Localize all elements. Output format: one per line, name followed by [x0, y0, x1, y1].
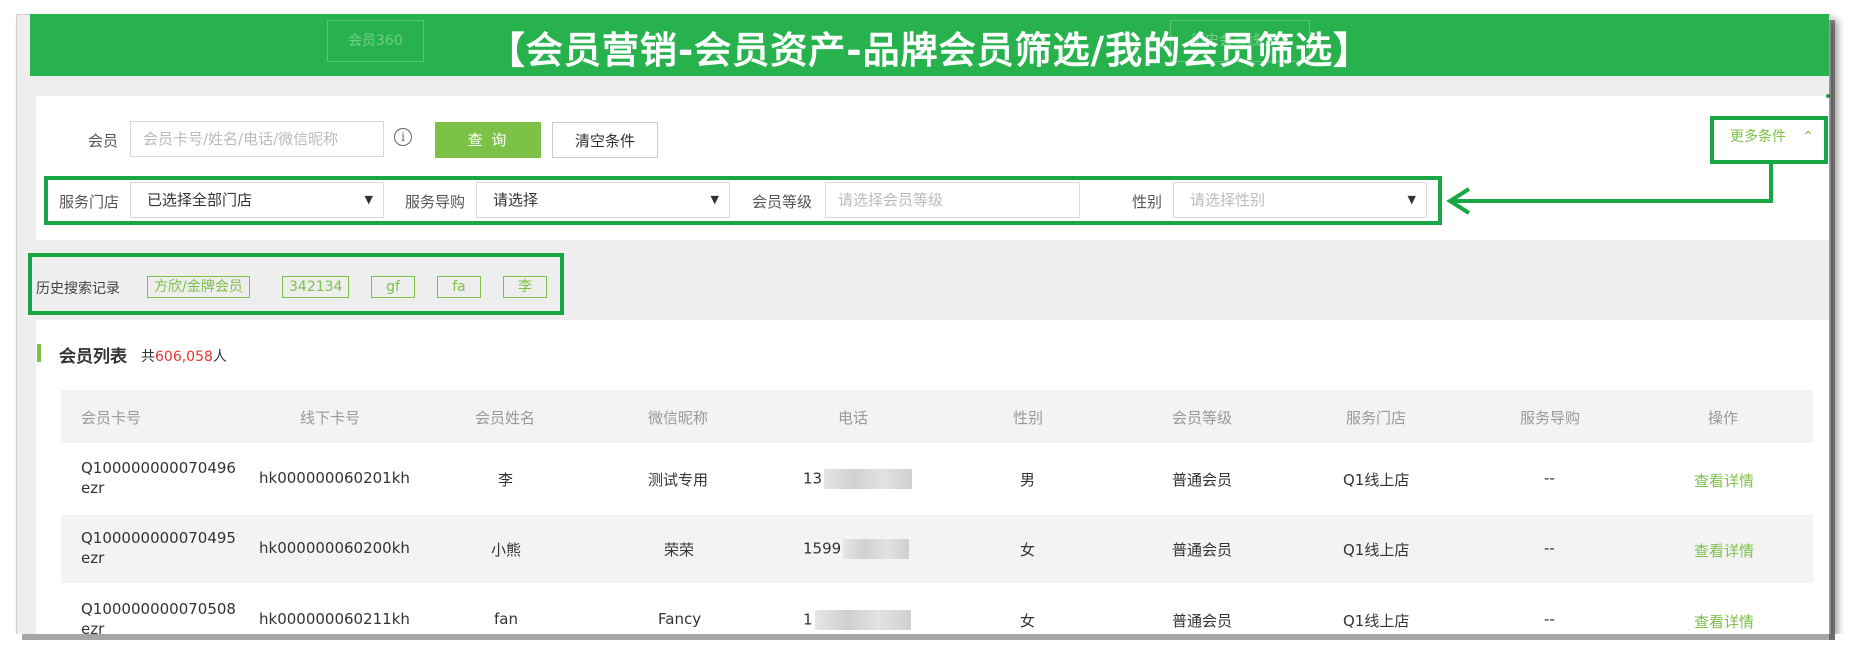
annotation-arrow — [1446, 164, 1773, 215]
